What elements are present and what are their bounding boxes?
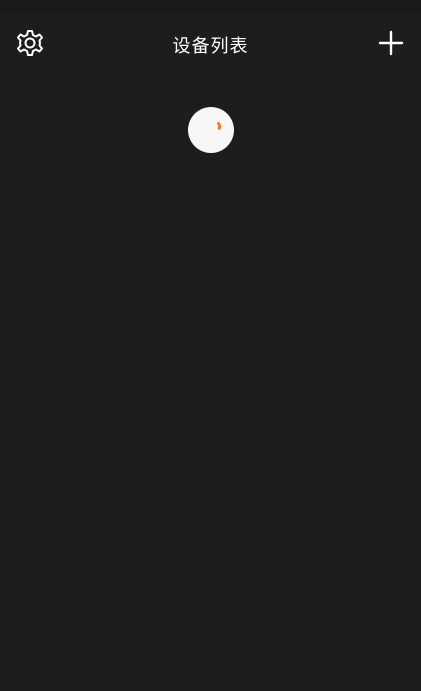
page-title: 设备列表 [172, 36, 249, 57]
top-navigation-bar: 设备列表 [0, 14, 421, 76]
app-screen: 设备列表 [0, 0, 421, 691]
add-device-button[interactable] [369, 23, 413, 67]
loading-spinner [188, 107, 234, 153]
plus-icon [378, 30, 404, 60]
status-bar [0, 0, 421, 14]
device-list-area [0, 76, 421, 691]
